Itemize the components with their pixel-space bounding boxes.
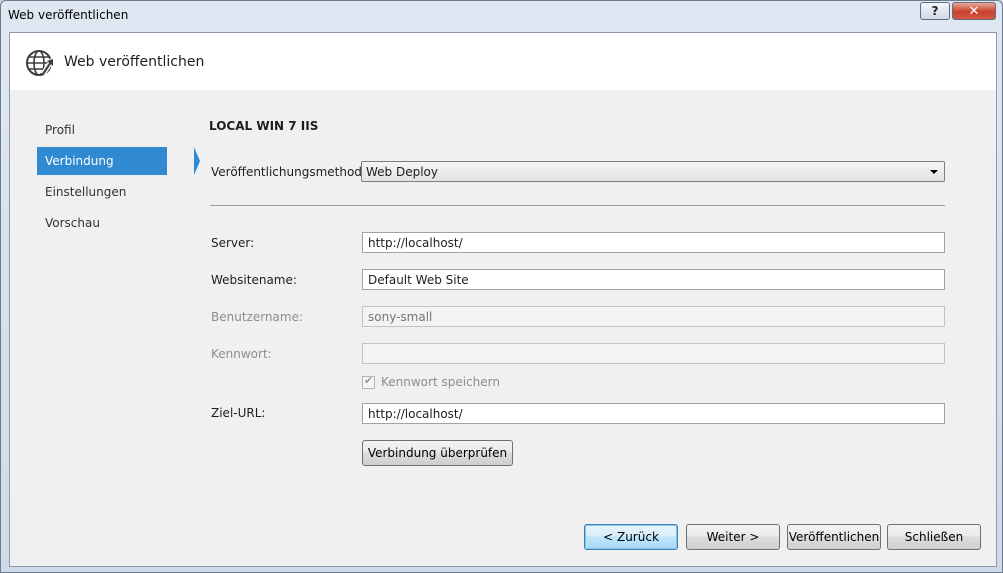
publish-button-label: Veröffentlichen (788, 530, 880, 544)
publish-method-dropdown[interactable]: Web Deploy (361, 161, 945, 182)
target-url-input[interactable] (362, 403, 945, 424)
dialog-header: Web veröffentlichen (10, 33, 996, 90)
title-bar[interactable]: Web veröffentlichen ? ✕ (1, 1, 1002, 29)
close-button-label: Schließen (904, 530, 964, 544)
server-label: Server: (211, 236, 255, 250)
publish-method-value: Web Deploy (366, 165, 438, 179)
publish-button[interactable]: Veröffentlichen (787, 524, 881, 550)
next-button[interactable]: Weiter > (686, 524, 780, 550)
nav-item-profil[interactable]: Profil (37, 116, 167, 144)
save-password-checkbox[interactable]: ✔ (362, 374, 375, 389)
active-indicator-arrow (194, 147, 200, 175)
back-button[interactable]: < Zurück (584, 524, 678, 550)
user-name-label: Benutzername: (211, 310, 304, 324)
validate-connection-button[interactable]: Verbindung überprüfen (362, 440, 513, 466)
save-password-label: Kennwort speichern (381, 375, 500, 389)
back-button-label: < Zurück (603, 530, 659, 544)
site-name-input[interactable] (362, 269, 945, 290)
nav-item-label: Verbindung (45, 154, 114, 168)
password-label: Kennwort: (211, 347, 272, 361)
globe-arrow-icon (26, 50, 57, 76)
validate-connection-label: Verbindung überprüfen (367, 446, 508, 460)
close-window-button[interactable]: ✕ (952, 2, 996, 20)
publish-web-dialog: Web veröffentlichen ? ✕ Web veröffentlic… (0, 0, 1003, 573)
user-name-input[interactable] (362, 306, 945, 327)
checkmark-icon: ✔ (364, 374, 374, 387)
profile-name: LOCAL WIN 7 IIS (209, 119, 319, 133)
nav-item-vorschau[interactable]: Vorschau (37, 209, 167, 237)
close-button[interactable]: Schließen (887, 524, 981, 550)
server-input[interactable] (362, 232, 945, 253)
dialog-client-area: Web veröffentlichen Profil Verbindung Ei… (9, 32, 997, 567)
target-url-label: Ziel-URL: (211, 406, 266, 420)
section-divider (210, 205, 945, 206)
help-button[interactable]: ? (920, 2, 950, 20)
dialog-heading: Web veröffentlichen (64, 54, 205, 70)
chevron-down-icon (930, 170, 938, 174)
site-name-label: Websitename: (211, 273, 297, 287)
password-input[interactable] (362, 343, 945, 364)
nav-item-einstellungen[interactable]: Einstellungen (37, 178, 167, 206)
window-title: Web veröffentlichen (8, 8, 129, 22)
next-button-label: Weiter > (706, 530, 760, 544)
nav-item-verbindung[interactable]: Verbindung (37, 147, 200, 175)
publish-method-label: Veröffentlichungsmethode: (211, 165, 374, 179)
